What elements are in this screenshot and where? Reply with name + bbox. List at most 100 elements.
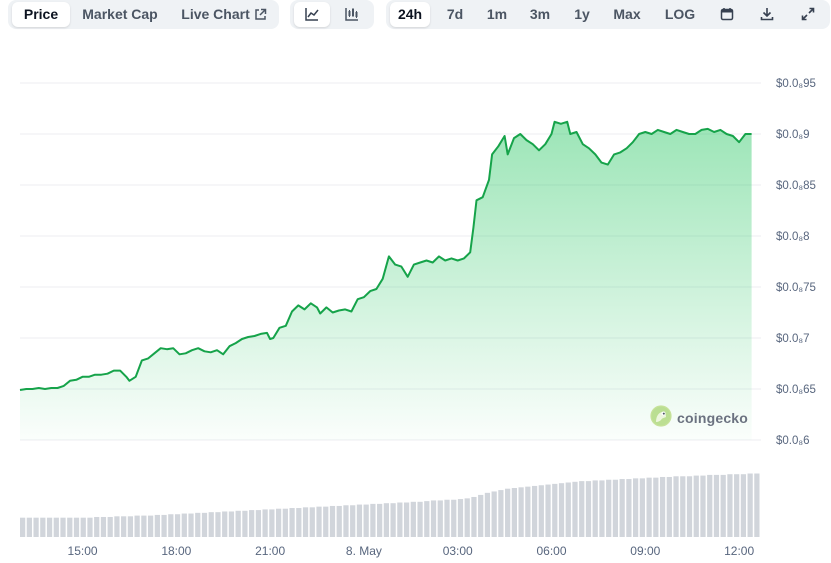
- volume-bar: [262, 509, 268, 537]
- volume-bar: [457, 499, 464, 537]
- volume-bar: [161, 514, 167, 537]
- volume-bar: [20, 517, 26, 537]
- volume-bar: [147, 515, 154, 537]
- time-axis: 15:00 18:00 21:00 8. May 03:00 06:00 09:00 12:0…: [68, 544, 755, 558]
- volume-bar: [484, 492, 491, 537]
- volume-bar: [390, 503, 396, 537]
- volume-bar: [377, 503, 383, 537]
- volume-bar: [174, 514, 181, 537]
- volume-bar: [100, 516, 107, 537]
- volume-bar: [370, 503, 376, 537]
- volume-bar: [242, 510, 248, 537]
- volume-bar: [188, 513, 194, 537]
- volume-bar: [309, 507, 315, 537]
- volume-bar: [740, 474, 747, 537]
- volume-bar: [107, 516, 113, 537]
- volume-bar: [754, 473, 760, 537]
- price-tick-label: $0.0₈65: [776, 384, 816, 396]
- time-tick-label: 12:00: [724, 544, 754, 558]
- coingecko-watermark: coingecko: [650, 404, 749, 432]
- volume-bar: [201, 512, 208, 537]
- volume-bar: [552, 483, 558, 537]
- volume-bar: [168, 514, 174, 537]
- volume-bar: [73, 517, 80, 537]
- volume-bar: [296, 508, 302, 537]
- price-axis: $0.0₈95 $0.0₈9 $0.0₈85 $0.0₈8 $0.0₈75 $0.0₈7 $…: [776, 78, 816, 447]
- price-tick-label: $0.0₈7: [776, 333, 810, 345]
- volume-bar: [545, 484, 551, 537]
- volume-bar: [134, 515, 140, 537]
- volume-bar: [511, 488, 517, 537]
- volume-bar: [255, 510, 262, 537]
- volume-bar: [87, 517, 93, 537]
- volume-bar: [195, 512, 201, 537]
- volume-bar: [181, 513, 187, 537]
- volume-bar: [673, 476, 679, 537]
- volume-bar: [215, 512, 221, 537]
- volume-bar: [323, 506, 329, 537]
- volume-bar: [208, 512, 214, 537]
- volume-bar: [94, 516, 100, 537]
- volume-bar: [80, 517, 86, 537]
- volume-bars: [20, 473, 760, 537]
- volume-bar: [302, 507, 309, 537]
- time-tick-label: 8. May: [346, 544, 382, 558]
- price-area-fill: [20, 121, 752, 441]
- volume-bar: [363, 504, 369, 537]
- volume-bar: [639, 478, 645, 537]
- volume-bar: [121, 516, 127, 537]
- volume-bar: [491, 491, 497, 537]
- volume-bar: [26, 517, 32, 537]
- volume-bar: [592, 480, 598, 537]
- volume-bar: [424, 501, 430, 537]
- volume-bar: [222, 511, 228, 537]
- volume-bar: [525, 486, 531, 537]
- time-tick-label: 15:00: [68, 544, 98, 558]
- volume-bar: [410, 501, 416, 537]
- volume-bar: [437, 500, 443, 537]
- volume-bar: [289, 508, 295, 537]
- coingecko-logo-icon: [650, 404, 672, 432]
- volume-bar: [33, 517, 39, 537]
- price-chart[interactable]: $0.0₈95 $0.0₈9 $0.0₈85 $0.0₈8 $0.0₈75 $0.0₈7 $…: [0, 0, 831, 563]
- volume-bar: [579, 481, 585, 537]
- time-tick-label: 21:00: [255, 544, 285, 558]
- volume-bar: [228, 511, 235, 537]
- volume-bar: [659, 476, 666, 537]
- volume-bar: [478, 494, 484, 537]
- volume-bar: [46, 517, 53, 537]
- price-tick-label: $0.0₈9: [776, 129, 810, 141]
- volume-bar: [599, 480, 605, 537]
- volume-bar: [127, 516, 134, 537]
- volume-bar: [451, 499, 457, 537]
- volume-bar: [619, 479, 625, 537]
- volume-bar: [653, 477, 659, 537]
- volume-bar: [154, 514, 160, 537]
- price-tick-label: $0.0₈75: [776, 282, 816, 294]
- volume-bar: [747, 473, 753, 537]
- watermark-text: coingecko: [677, 410, 749, 426]
- volume-bar: [626, 479, 632, 537]
- volume-bar: [680, 476, 686, 537]
- time-tick-label: 09:00: [630, 544, 660, 558]
- volume-bar: [329, 505, 336, 537]
- volume-bar: [518, 487, 524, 537]
- volume-bar: [531, 485, 538, 537]
- price-tick-label: $0.0₈6: [776, 435, 810, 447]
- price-tick-label: $0.0₈95: [776, 78, 816, 90]
- volume-bar: [572, 481, 578, 537]
- volume-bar: [67, 517, 73, 537]
- volume-bar: [612, 479, 619, 537]
- volume-bar: [646, 477, 652, 537]
- volume-bar: [558, 483, 565, 537]
- volume-bar: [343, 505, 349, 537]
- volume-bar: [282, 508, 288, 537]
- volume-bar: [464, 498, 470, 537]
- volume-bar: [235, 510, 241, 537]
- volume-bar: [585, 481, 592, 537]
- volume-bar: [249, 510, 255, 537]
- volume-bar: [356, 504, 363, 537]
- volume-bar: [498, 490, 504, 537]
- volume-bar: [60, 517, 66, 537]
- volume-bar: [666, 476, 672, 537]
